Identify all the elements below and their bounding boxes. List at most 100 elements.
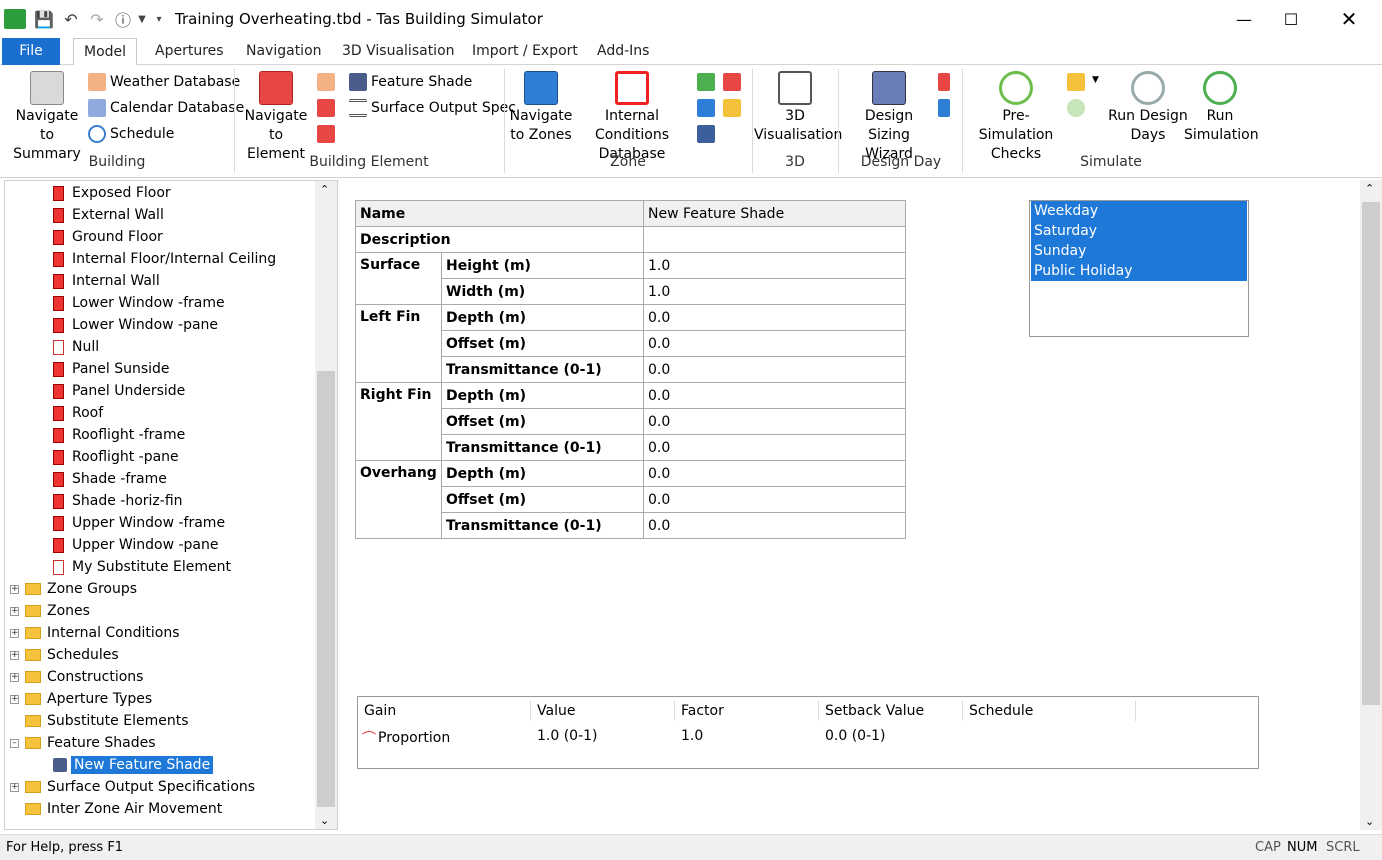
tree-folder-zones[interactable]: + Zones bbox=[10, 600, 90, 622]
tree-folder-aperture-types[interactable]: + Aperture Types bbox=[10, 688, 152, 710]
gain-row-proportion[interactable]: ⌒ Proportion bbox=[362, 728, 450, 748]
tree-item-element[interactable]: External Wall bbox=[53, 204, 164, 226]
left-fin-offset-field[interactable]: 0.0 bbox=[643, 330, 906, 357]
element-grid-icon[interactable] bbox=[317, 125, 335, 143]
run-simulation-button[interactable]: Run Simulation bbox=[1184, 71, 1259, 145]
weather-database-button[interactable]: Weather Database bbox=[88, 73, 240, 91]
tree-view[interactable]: Exposed Floor External Wall Ground Floor… bbox=[4, 180, 338, 830]
schedule-button[interactable]: Schedule bbox=[88, 125, 174, 143]
swap-icon[interactable] bbox=[697, 73, 715, 91]
internal-conditions-database-button[interactable]: Internal Conditions Database bbox=[572, 71, 692, 164]
tree-folder-substitute-elements[interactable]: Substitute Elements bbox=[25, 710, 189, 732]
expand-icon[interactable]: + bbox=[10, 650, 19, 660]
tree-item-element[interactable]: Lower Window -pane bbox=[53, 314, 218, 336]
tree-item-element[interactable]: Ground Floor bbox=[53, 226, 163, 248]
expand-icon[interactable]: + bbox=[10, 584, 19, 594]
expand-icon[interactable]: + bbox=[10, 672, 19, 682]
scroll-thumb[interactable] bbox=[1362, 202, 1380, 705]
expand-icon[interactable]: + bbox=[10, 606, 19, 616]
tree-item-element[interactable]: Roof bbox=[53, 402, 103, 424]
tree-item-element[interactable]: Internal Floor/Internal Ceiling bbox=[53, 248, 276, 270]
collapse-icon[interactable]: – bbox=[10, 738, 19, 748]
tree-folder-constructions[interactable]: + Constructions bbox=[10, 666, 143, 688]
column-header-setback-value[interactable]: Setback Value bbox=[825, 703, 924, 719]
brick-icon[interactable] bbox=[317, 73, 335, 91]
right-fin-transmittance-field[interactable]: 0.0 bbox=[643, 434, 906, 461]
thermometer-cool-icon[interactable] bbox=[938, 99, 950, 117]
expand-icon[interactable]: + bbox=[10, 628, 19, 638]
zone-group-icon[interactable] bbox=[697, 99, 715, 117]
tree-item-element[interactable]: Rooflight -frame bbox=[53, 424, 185, 446]
warning-dropdown-icon[interactable]: ▼ bbox=[1092, 75, 1099, 85]
tab-add-ins[interactable]: Add-Ins bbox=[587, 38, 659, 65]
scroll-down-icon[interactable]: ⌄ bbox=[320, 814, 329, 827]
pre-simulation-checks-button[interactable]: Pre-Simulation Checks bbox=[966, 71, 1066, 164]
save-icon[interactable]: 💾 bbox=[34, 9, 54, 29]
tree-folder-surface-output-specifications[interactable]: + Surface Output Specifications bbox=[10, 776, 255, 798]
column-header-factor[interactable]: Factor bbox=[681, 703, 724, 719]
navigate-to-element-button[interactable]: Navigate to Element bbox=[240, 71, 312, 164]
overhang-offset-field[interactable]: 0.0 bbox=[643, 486, 906, 513]
tree-folder-internal-conditions[interactable]: + Internal Conditions bbox=[10, 622, 180, 644]
redo-icon[interactable]: ↷ bbox=[86, 9, 108, 29]
tree-item-element[interactable]: Shade -horiz-fin bbox=[53, 490, 183, 512]
refresh-icon[interactable] bbox=[1067, 99, 1085, 117]
scroll-thumb[interactable] bbox=[317, 371, 335, 807]
right-fin-depth-field[interactable]: 0.0 bbox=[643, 382, 906, 409]
tree-item-new-feature-shade[interactable]: New Feature Shade bbox=[53, 754, 214, 776]
tab-navigation[interactable]: Navigation bbox=[236, 38, 332, 65]
thermometer-add-icon[interactable] bbox=[938, 73, 950, 91]
run-design-days-button[interactable]: Run Design Days bbox=[1108, 71, 1188, 145]
help-dropdown-icon[interactable]: ▼ bbox=[136, 9, 148, 29]
tree-item-element[interactable]: Shade -frame bbox=[53, 468, 167, 490]
list-item-weekday[interactable]: Weekday bbox=[1031, 201, 1247, 221]
add-element-icon[interactable] bbox=[317, 99, 335, 117]
tree-item-element[interactable]: Upper Window -frame bbox=[53, 512, 225, 534]
tab-apertures[interactable]: Apertures bbox=[145, 38, 234, 65]
gains-list[interactable]: Gain Value Factor Setback Value Schedule… bbox=[357, 696, 1259, 769]
tree-item-element[interactable]: Rooflight -pane bbox=[53, 446, 179, 468]
tab-file[interactable]: File bbox=[2, 38, 60, 65]
navigate-to-zones-button[interactable]: Navigate to Zones bbox=[508, 71, 574, 145]
tree-scrollbar[interactable]: ⌃ ⌄ bbox=[315, 181, 337, 829]
tree-item-element[interactable]: Upper Window -pane bbox=[53, 534, 219, 556]
right-fin-offset-field[interactable]: 0.0 bbox=[643, 408, 906, 435]
day-types-list[interactable]: Weekday Saturday Sunday Public Holiday bbox=[1029, 200, 1249, 337]
maximize-button[interactable]: ☐ bbox=[1268, 4, 1314, 34]
list-item-sunday[interactable]: Sunday bbox=[1031, 241, 1247, 261]
tab-model[interactable]: Model bbox=[73, 38, 138, 66]
help-icon[interactable]: ⓘ bbox=[112, 9, 134, 30]
tree-item-element[interactable]: My Substitute Element bbox=[53, 556, 231, 578]
tree-folder-schedules[interactable]: + Schedules bbox=[10, 644, 119, 666]
description-field[interactable] bbox=[643, 226, 906, 253]
left-fin-depth-field[interactable]: 0.0 bbox=[643, 304, 906, 331]
customize-qat-icon[interactable]: ▾ bbox=[152, 9, 166, 29]
surface-height-field[interactable]: 1.0 bbox=[643, 252, 906, 279]
tree-item-element[interactable]: Lower Window -frame bbox=[53, 292, 225, 314]
overhang-transmittance-field[interactable]: 0.0 bbox=[643, 512, 906, 539]
list-item-saturday[interactable]: Saturday bbox=[1031, 221, 1247, 241]
tree-folder-inter-zone-air-movement[interactable]: Inter Zone Air Movement bbox=[25, 798, 222, 820]
tree-item-element[interactable]: Panel Underside bbox=[53, 380, 185, 402]
overhang-depth-field[interactable]: 0.0 bbox=[643, 460, 906, 487]
expand-icon[interactable]: + bbox=[10, 694, 19, 704]
feature-shade-button[interactable]: Feature Shade bbox=[349, 73, 472, 91]
3d-visualisation-button[interactable]: 3D Visualisation bbox=[754, 71, 842, 145]
tab-import-export[interactable]: Import / Export bbox=[462, 38, 588, 65]
list-item-public-holiday[interactable]: Public Holiday bbox=[1031, 261, 1247, 281]
lightbulb-icon[interactable] bbox=[723, 99, 741, 117]
left-fin-transmittance-field[interactable]: 0.0 bbox=[643, 356, 906, 383]
name-field[interactable]: New Feature Shade bbox=[643, 200, 906, 227]
scroll-up-icon[interactable]: ⌃ bbox=[320, 183, 329, 196]
minimize-button[interactable]: — bbox=[1221, 4, 1267, 34]
surface-width-field[interactable]: 1.0 bbox=[643, 278, 906, 305]
tree-item-element[interactable]: Null bbox=[53, 336, 99, 358]
close-button[interactable]: ✕ bbox=[1326, 4, 1372, 34]
column-header-schedule[interactable]: Schedule bbox=[969, 703, 1033, 719]
column-header-gain[interactable]: Gain bbox=[364, 703, 396, 719]
column-header-value[interactable]: Value bbox=[537, 703, 575, 719]
tab-3d-visualisation[interactable]: 3D Visualisation bbox=[332, 38, 465, 65]
zone-link-icon[interactable] bbox=[697, 125, 715, 143]
calendar-database-button[interactable]: Calendar Database bbox=[88, 99, 244, 117]
scroll-down-icon[interactable]: ⌄ bbox=[1365, 815, 1374, 828]
